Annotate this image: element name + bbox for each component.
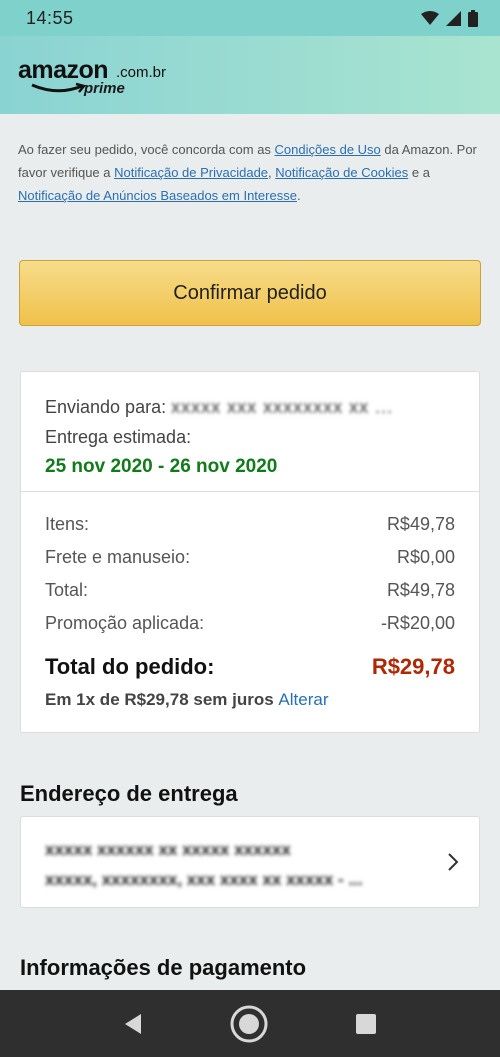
battery-icon [468,9,478,27]
delivery-address-card[interactable]: xxxxx xxxxxx xx xxxxx xxxxxx xxxxx, xxxx… [20,816,480,908]
terms-of-use-link[interactable]: Condições de Uso [275,142,381,157]
totals-row: Frete e manuseio: R$0,00 [45,541,455,574]
items-label: Itens: [45,514,90,534]
totals-row: Total: R$49,78 [45,574,455,607]
order-total-value: R$29,78 [371,654,455,679]
consent-text: e a [408,165,430,180]
address-street-line: xxxxx, xxxxxxxx, xxx xxxx xx xxxxx - ... [45,870,363,889]
cookies-notice-link[interactable]: Notificação de Cookies [275,165,408,180]
logo-prime: prime [84,80,125,97]
delivery-estimate-label: Entrega estimada: [45,427,192,447]
totals-row: Promoção aplicada: -R$20,00 [45,607,455,640]
system-nav-bar [0,990,500,1057]
delivery-address-heading: Endereço de entrega [20,781,238,806]
consent-text: Ao fazer seu pedido, você concorda com a… [18,142,275,157]
totals-row: Itens: R$49,78 [45,508,455,541]
promotion-value: -R$20,00 [380,613,455,633]
chevron-right-icon [448,853,459,871]
change-payment-link[interactable]: Alterar [278,690,328,709]
payment-info-heading: Informações de pagamento [20,955,307,980]
installments-label: Em 1x de R$29,78 sem juros [45,690,274,709]
shipping-info: Enviando para: xxxxx xxx xxxxxxxx xx ...… [21,372,479,492]
subtotal-label: Total: [45,580,89,600]
smile-arrow-icon [31,82,86,93]
privacy-notice-link[interactable]: Notificação de Privacidade [114,165,268,180]
shipping-label: Frete e manuseio: [45,547,191,567]
installments-text: Em 1x de R$29,78 sem juros Alterar [45,690,455,710]
home-icon[interactable] [229,1004,269,1044]
subtotal-value: R$49,78 [386,580,455,600]
recipient-name: xxxxx xxx xxxxxxxx xx ... [171,397,394,417]
interest-ads-notice-link[interactable]: Notificação de Anúncios Baseados em Inte… [18,188,297,203]
promotion-label: Promoção aplicada: [45,613,205,633]
logo-domain: .com.br [116,64,167,81]
status-icons [421,9,478,27]
header: amazon .com.br prime [0,36,500,114]
consent-text: . [296,188,301,203]
order-totals: Itens: R$49,78 Frete e manuseio: R$0,00 … [21,492,479,710]
wifi-icon [421,11,439,25]
terms-consent-text: Ao fazer seu pedido, você concorda com a… [18,138,480,207]
back-icon[interactable] [123,1013,143,1035]
shipping-to-label: Enviando para: [45,397,167,417]
items-value: R$49,78 [386,514,455,534]
amazon-prime-logo[interactable]: amazon .com.br prime [18,56,188,106]
status-bar: 14:55 [0,0,500,36]
confirm-order-button[interactable]: Confirmar pedido [19,260,481,326]
address-name-line: xxxxx xxxxxx xx xxxxx xxxxxx [45,840,291,859]
status-time: 14:55 [26,7,74,28]
signal-icon [446,10,461,26]
recent-apps-icon[interactable] [355,1013,377,1035]
shipping-value: R$0,00 [396,547,455,567]
delivery-dates: 25 nov 2020 - 26 nov 2020 [45,456,278,477]
order-total-label: Total do pedido: [45,654,215,679]
shipping-to-row: Enviando para: xxxxx xxx xxxxxxxx xx ... [45,392,455,422]
order-summary-card: Enviando para: xxxxx xxx xxxxxxxx xx ...… [20,371,480,733]
order-total-row: Total do pedido: R$29,78 [45,644,455,690]
